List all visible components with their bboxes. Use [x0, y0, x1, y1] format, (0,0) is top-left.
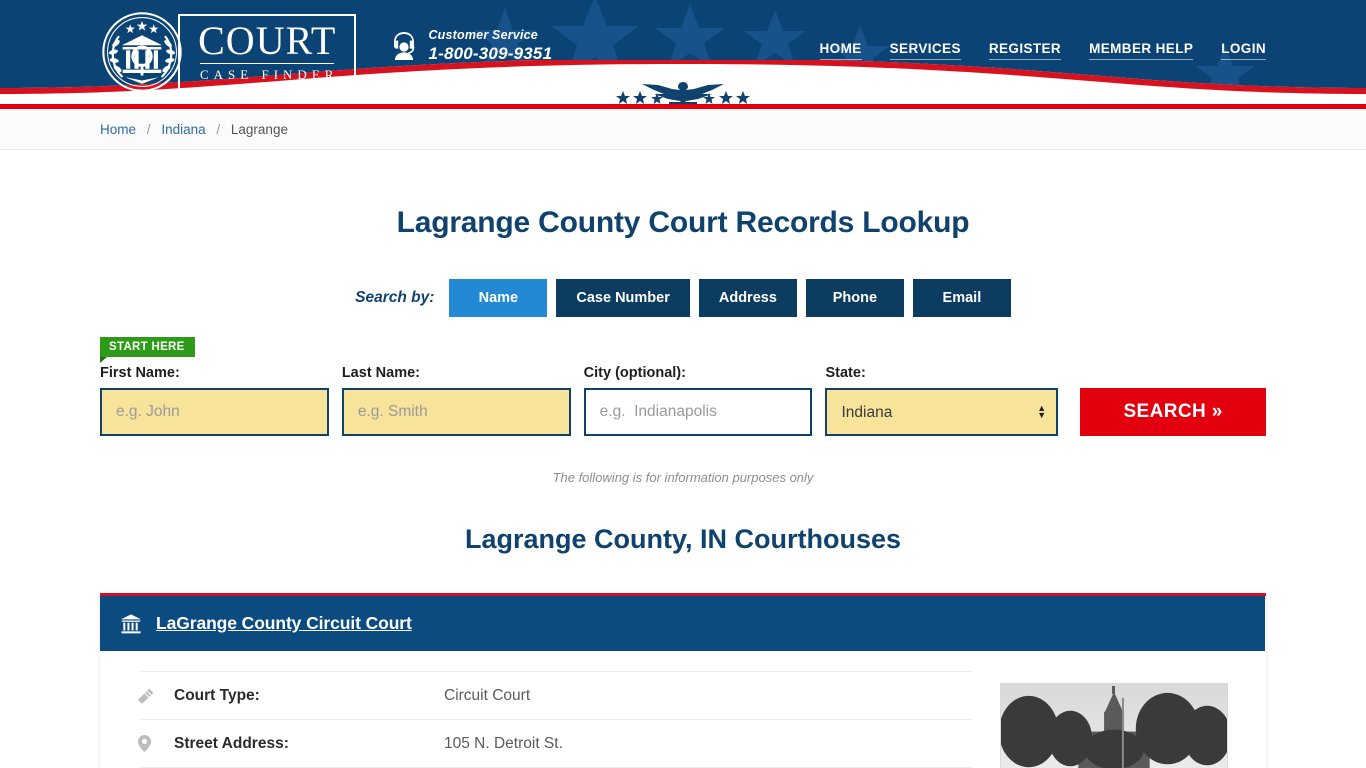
breadcrumb-item-home[interactable]: Home: [100, 122, 136, 137]
state-field-group: State: Indiana ▲ ▼: [825, 365, 1059, 436]
courthouse-body: Court Type: Circuit Court Street Address…: [100, 651, 1266, 768]
row-value: 105 N. Detroit St.: [444, 734, 563, 752]
first-name-field-group: First Name:: [100, 365, 329, 436]
bank-building-icon: [120, 613, 142, 633]
search-form: START HERE First Name: Last Name: City (…: [100, 337, 1267, 436]
last-name-label: Last Name:: [341, 365, 420, 381]
headset-support-icon: [394, 32, 415, 60]
last-name-field-group: Last Name:: [341, 365, 571, 436]
tab-name[interactable]: Name: [449, 279, 548, 317]
page-title: Lagrange County Court Records Lookup: [396, 206, 970, 239]
courthouse-panel: LaGrange County Circuit Court Court Type…: [100, 593, 1266, 768]
disclaimer-text: The following is for information purpose…: [552, 470, 814, 485]
gavel-icon: [138, 688, 174, 704]
site-logo[interactable]: COURT CASE FINDER: [100, 10, 357, 94]
table-row: Street Address: 105 N. Detroit St.: [138, 719, 972, 767]
breadcrumb-item-indiana[interactable]: Indiana: [161, 122, 205, 137]
main-nav: HOME SERVICES REGISTER MEMBER HELP LOGIN: [819, 41, 1266, 60]
city-input[interactable]: [583, 388, 813, 436]
site-header: COURT CASE FINDER Customer Service 1-800…: [0, 0, 1366, 104]
breadcrumb-separator: /: [216, 121, 221, 137]
breadcrumb-bar: Home / Indiana / Lagrange: [0, 109, 1366, 150]
search-by-label: Search by:: [355, 289, 435, 306]
courthouse-details-table: Court Type: Circuit Court Street Address…: [138, 671, 972, 768]
main-content: Lagrange County Court Records Lookup Sea…: [0, 206, 1366, 768]
logo-sub-text: CASE FINDER: [200, 66, 339, 82]
nav-item-services[interactable]: SERVICES: [889, 41, 961, 60]
row-key: Court Type:: [174, 686, 260, 704]
logo-main-text: COURT: [198, 17, 337, 63]
courthouse-photo: [1000, 683, 1228, 768]
customer-service-block[interactable]: Customer Service 1-800-309-9351: [390, 28, 552, 64]
start-here-badge: START HERE: [100, 337, 195, 363]
row-value: Circuit Court: [444, 686, 531, 704]
customer-service-label: Customer Service: [428, 28, 538, 42]
breadcrumb: Home / Indiana / Lagrange: [100, 122, 288, 137]
search-by-tabs: Search by: Name Case Number Address Phon…: [100, 279, 1266, 317]
tab-address[interactable]: Address: [698, 279, 797, 317]
first-name-label: First Name:: [100, 365, 180, 381]
state-label: State:: [825, 365, 866, 381]
tab-case-number[interactable]: Case Number: [556, 279, 690, 317]
customer-service-phone[interactable]: 1-800-309-9351: [428, 44, 552, 64]
city-label: City (optional):: [583, 365, 686, 381]
nav-item-login[interactable]: LOGIN: [1221, 41, 1266, 60]
logo-divider: [200, 62, 335, 64]
tab-email[interactable]: Email: [912, 279, 1011, 317]
nav-item-home[interactable]: HOME: [819, 41, 862, 60]
breadcrumb-separator: /: [146, 121, 151, 137]
first-name-input[interactable]: [100, 388, 329, 436]
nav-item-member-help[interactable]: MEMBER HELP: [1089, 41, 1194, 60]
last-name-input[interactable]: [341, 388, 571, 436]
eagle-emblem-icon: [616, 82, 750, 104]
court-seal-icon: [102, 12, 182, 92]
table-row: Court Type: Circuit Court: [138, 671, 972, 719]
map-pin-icon: [138, 735, 174, 752]
tab-phone[interactable]: Phone: [805, 279, 904, 317]
logo-wordmark: COURT CASE FINDER: [178, 13, 357, 91]
section-title: Lagrange County, IN Courthouses: [464, 524, 902, 554]
row-key: Street Address:: [174, 734, 289, 752]
courthouse-header: LaGrange County Circuit Court: [100, 596, 1266, 651]
courthouse-name-link[interactable]: LaGrange County Circuit Court: [156, 613, 412, 634]
state-select[interactable]: Indiana: [825, 388, 1059, 436]
city-field-group: City (optional):: [583, 365, 813, 436]
nav-item-register[interactable]: REGISTER: [988, 41, 1062, 60]
breadcrumb-item-lagrange: Lagrange: [230, 121, 288, 137]
search-button[interactable]: SEARCH »: [1080, 388, 1267, 436]
